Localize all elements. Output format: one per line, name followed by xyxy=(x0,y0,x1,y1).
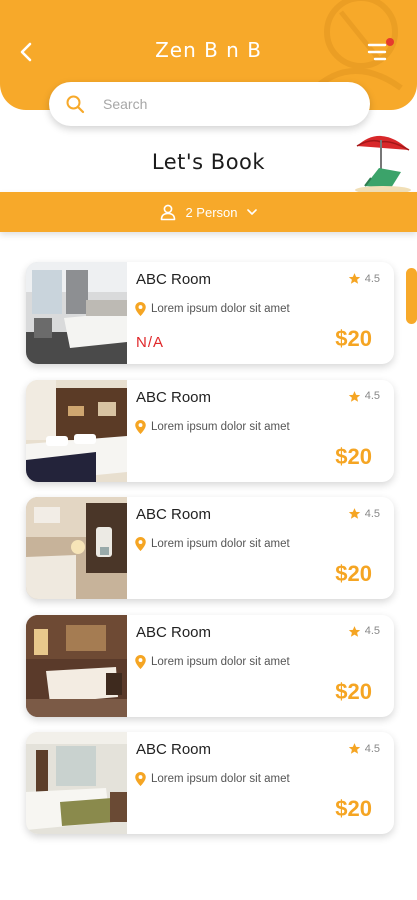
location-pin-icon xyxy=(135,537,146,551)
rating-value: 4.5 xyxy=(364,272,380,285)
notification-dot xyxy=(386,38,394,46)
rating-value: 4.5 xyxy=(364,742,380,755)
guest-selector[interactable]: 2 Person xyxy=(0,192,417,232)
star-icon xyxy=(348,625,360,637)
location-text: Lorem ipsum dolor sit amet xyxy=(151,655,290,668)
room-price: $20 xyxy=(335,561,372,586)
search-icon xyxy=(66,95,85,114)
location-text: Lorem ipsum dolor sit amet xyxy=(151,773,290,785)
star-icon xyxy=(348,508,360,519)
room-photo xyxy=(26,379,127,482)
guest-count: 2 Person xyxy=(185,204,238,220)
location-pin-icon xyxy=(135,654,146,669)
room-photo xyxy=(26,262,127,364)
room-rating: 4.5 xyxy=(348,507,380,520)
location-text: Lorem ipsum dolor sit amet xyxy=(151,303,290,315)
room-card[interactable]: ABC Room 4.5 Lorem ipsum dolor sit amet … xyxy=(26,497,394,599)
location-pin-icon xyxy=(135,772,146,786)
room-card[interactable]: ABC Room 4.5 Lorem ipsum dolor sit amet … xyxy=(26,614,394,717)
search-bar[interactable] xyxy=(49,82,370,126)
room-location: Lorem ipsum dolor sit amet xyxy=(135,419,290,434)
room-name: ABC Room xyxy=(136,271,212,288)
room-price: $20 xyxy=(335,326,372,351)
rating-value: 4.5 xyxy=(364,625,380,637)
room-rating: 4.5 xyxy=(348,272,380,285)
app-title: Zen B n B xyxy=(155,38,262,62)
room-list: ABC Room 4.5 Lorem ipsum dolor sit amet … xyxy=(26,262,394,850)
room-card[interactable]: ABC Room 4.5 Lorem ipsum dolor sit amet … xyxy=(26,732,394,834)
beach-umbrella-illustration xyxy=(355,135,411,194)
chevron-down-icon xyxy=(246,209,257,215)
room-name: ABC Room xyxy=(136,623,212,641)
menu-button[interactable] xyxy=(365,38,394,64)
room-location: Lorem ipsum dolor sit amet xyxy=(135,772,290,786)
rating-value: 4.5 xyxy=(364,390,380,402)
room-photo xyxy=(26,732,127,834)
user-icon xyxy=(161,204,176,221)
room-price: $20 xyxy=(335,796,372,821)
room-rating: 4.5 xyxy=(348,742,380,755)
room-price: $20 xyxy=(335,443,372,469)
location-pin-icon xyxy=(135,302,146,316)
room-location: Lorem ipsum dolor sit amet xyxy=(135,302,290,316)
room-card[interactable]: ABC Room 4.5 Lorem ipsum dolor sit amet … xyxy=(26,262,394,364)
room-name: ABC Room xyxy=(136,506,212,523)
location-text: Lorem ipsum dolor sit amet xyxy=(151,538,290,550)
star-icon xyxy=(348,743,360,754)
room-name: ABC Room xyxy=(136,741,212,758)
search-input[interactable] xyxy=(103,96,333,112)
room-photo xyxy=(26,497,127,599)
room-rating: 4.5 xyxy=(348,390,380,403)
scrollbar-thumb[interactable] xyxy=(406,268,417,324)
star-icon xyxy=(348,390,360,402)
room-location: Lorem ipsum dolor sit amet xyxy=(135,654,290,669)
room-name: ABC Room xyxy=(136,388,212,406)
availability-status: N/A xyxy=(136,334,165,351)
room-card[interactable]: ABC Room 4.5 Lorem ipsum dolor sit amet … xyxy=(26,379,394,482)
room-location: Lorem ipsum dolor sit amet xyxy=(135,537,290,551)
star-icon xyxy=(348,273,360,284)
room-photo xyxy=(26,614,127,717)
rating-value: 4.5 xyxy=(364,507,380,520)
location-pin-icon xyxy=(135,419,146,434)
room-price: $20 xyxy=(335,678,372,704)
location-text: Lorem ipsum dolor sit amet xyxy=(151,420,290,433)
room-rating: 4.5 xyxy=(348,625,380,638)
